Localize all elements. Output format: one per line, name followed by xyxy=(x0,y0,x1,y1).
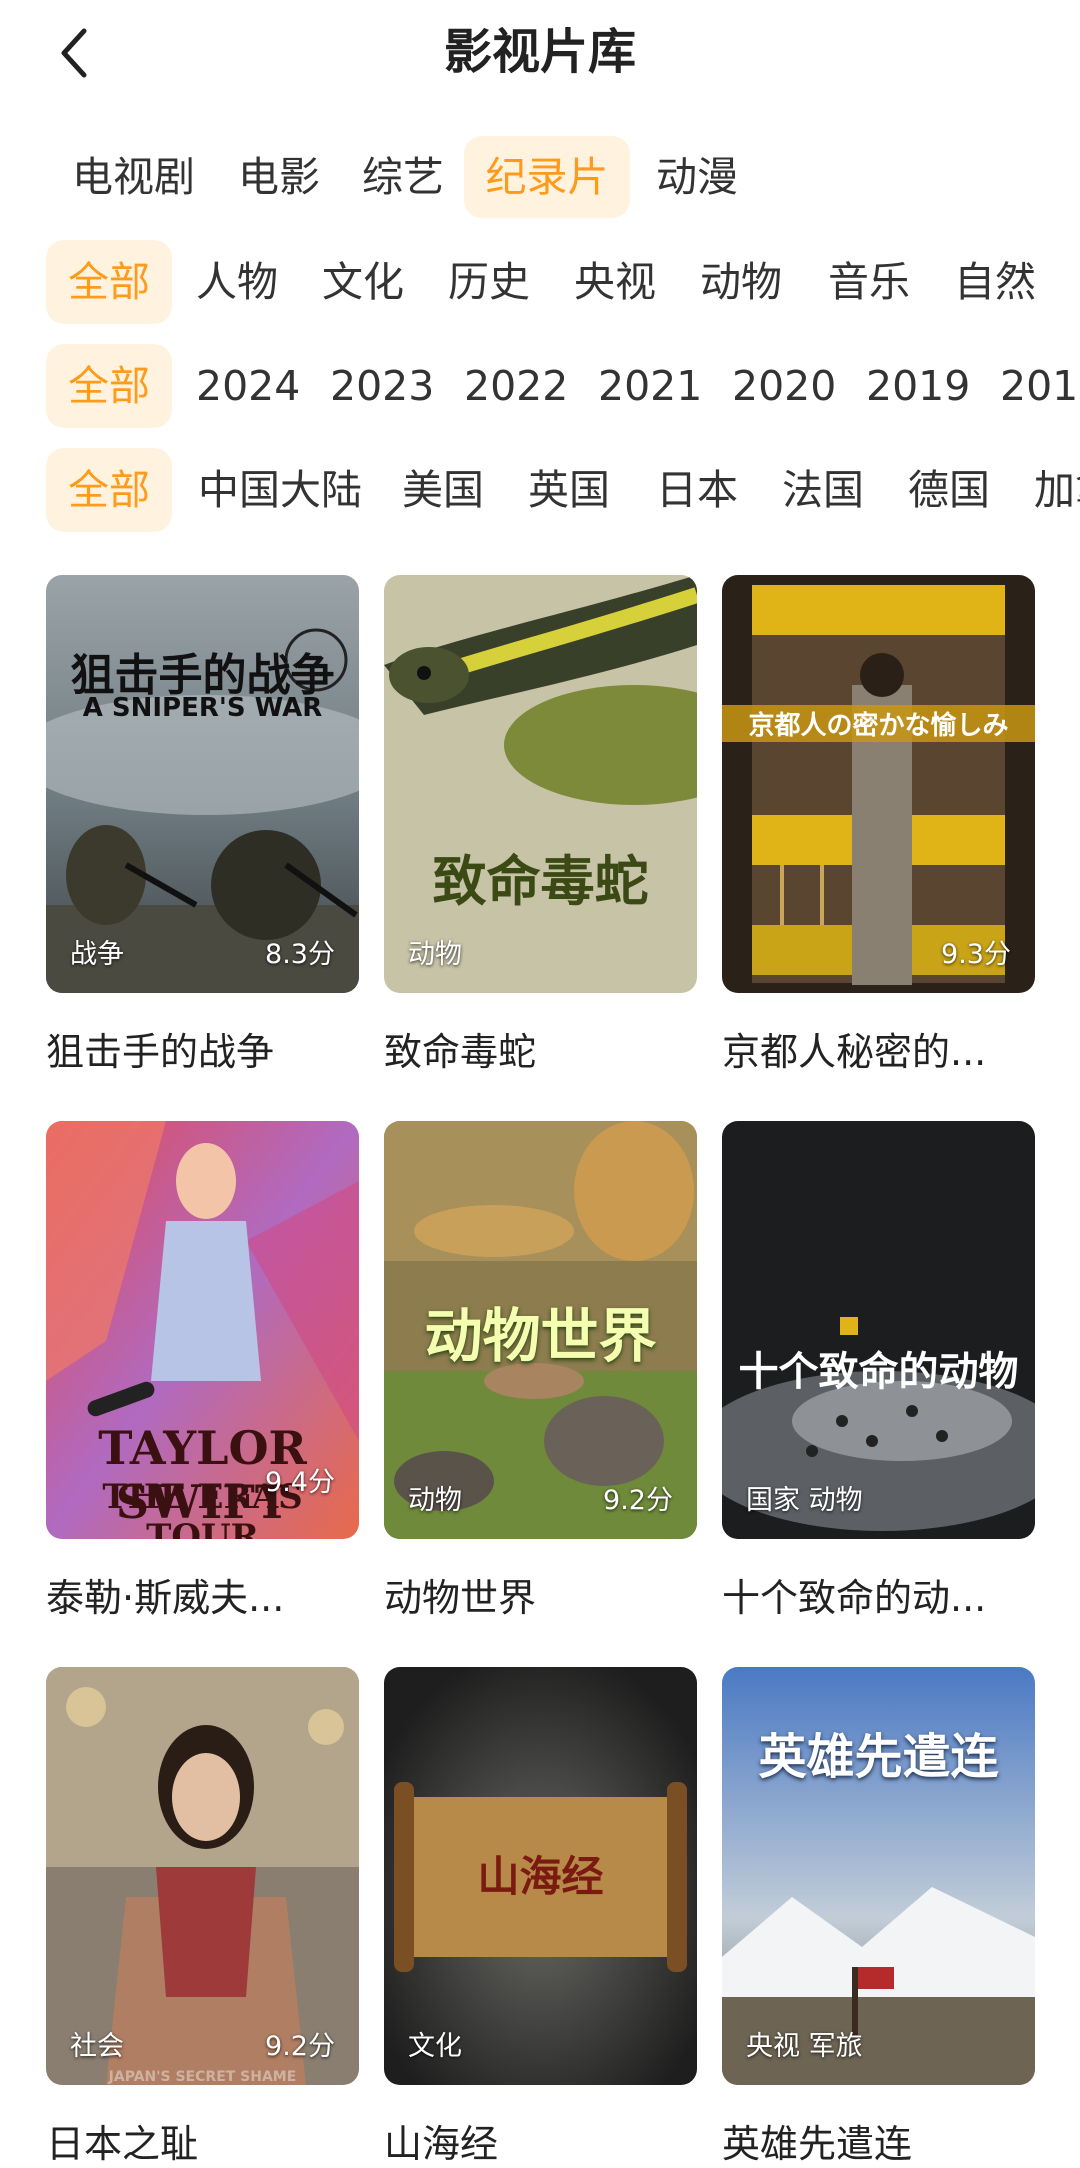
genre-tag: 动物 xyxy=(408,939,462,970)
rating-score: 8.3分 xyxy=(265,939,335,970)
region-canada[interactable]: 加拿 xyxy=(1034,448,1080,532)
video-card[interactable]: 十个致命的动物 国家 动物 十个致命的动... xyxy=(722,1121,1035,1620)
poster: JAPAN'S SECRET SHAME 社会 9.2分 xyxy=(46,1667,359,2085)
year-2022[interactable]: 2022 xyxy=(464,344,568,428)
genre-music[interactable]: 音乐 xyxy=(828,240,910,324)
year-2021[interactable]: 2021 xyxy=(598,344,702,428)
year-filter: 全部 2024 2023 2022 2021 2020 2019 2018 xyxy=(0,344,1080,428)
genre-filter: 全部 人物 文化 历史 央视 动物 音乐 自然 xyxy=(0,240,1080,324)
video-card[interactable]: 山海经 文化 山海经 xyxy=(384,1667,697,2166)
tab-anime[interactable]: 动漫 xyxy=(656,136,738,218)
poster-title: 英雄先遣连 xyxy=(758,1729,999,1785)
region-usa[interactable]: 美国 xyxy=(402,448,484,532)
genre-tag: 文化 xyxy=(408,2031,462,2062)
genre-culture[interactable]: 文化 xyxy=(322,240,404,324)
year-2019[interactable]: 2019 xyxy=(866,344,970,428)
poster-subtitle: A SNIPER'S WAR xyxy=(82,693,323,723)
video-card[interactable]: JAPAN'S SECRET SHAME 社会 9.2分 日本之耻 xyxy=(46,1667,359,2166)
poster-title: 山海经 xyxy=(477,1852,604,1901)
rating-score: 9.2分 xyxy=(603,1485,673,1516)
tab-tv-series[interactable]: 电视剧 xyxy=(72,136,195,218)
genre-nature[interactable]: 自然 xyxy=(954,240,1036,324)
region-mainland-china[interactable]: 中国大陆 xyxy=(198,448,362,532)
region-uk[interactable]: 英国 xyxy=(528,448,610,532)
genre-tag: 国家 动物 xyxy=(746,1485,863,1516)
poster-image xyxy=(46,1667,359,2085)
video-card[interactable]: TAYLOR SWIFT THE ERAS TOUR 9.4分 泰勒·斯威夫..… xyxy=(46,1121,359,1620)
region-filter: 全部 中国大陆 美国 英国 日本 法国 德国 加拿 xyxy=(0,448,1080,532)
region-france[interactable]: 法国 xyxy=(782,448,864,532)
poster-title: 京都人の密かな愉しみ xyxy=(722,705,1035,742)
poster: 京都人の密かな愉しみ 9.3分 xyxy=(722,575,1035,993)
year-2024[interactable]: 2024 xyxy=(196,344,300,428)
video-title: 狙击手的战争 xyxy=(46,1030,275,1074)
poster: 致命毒蛇 动物 xyxy=(384,575,697,993)
video-title: 日本之耻 xyxy=(46,2122,199,2166)
poster-title: 致命毒蛇 xyxy=(432,850,649,913)
rating-score: 9.2分 xyxy=(265,2031,335,2062)
tab-variety[interactable]: 综艺 xyxy=(362,136,444,218)
genre-tag: 央视 军旅 xyxy=(746,2031,863,2062)
genre-tag: 动物 xyxy=(408,1485,462,1516)
video-title: 十个致命的动... xyxy=(722,1576,987,1620)
poster-image xyxy=(46,575,359,993)
region-all[interactable]: 全部 xyxy=(46,448,172,532)
video-title: 致命毒蛇 xyxy=(384,1030,537,1074)
rating-score: 9.3分 xyxy=(941,939,1011,970)
poster: 山海经 文化 xyxy=(384,1667,697,2085)
category-tabs: 电视剧 电影 综艺 纪录片 动漫 xyxy=(0,136,1080,220)
tab-movies[interactable]: 电影 xyxy=(238,136,320,218)
poster: TAYLOR SWIFT THE ERAS TOUR 9.4分 xyxy=(46,1121,359,1539)
year-2023[interactable]: 2023 xyxy=(330,344,434,428)
page-title: 影视片库 xyxy=(443,24,636,80)
genre-tag: 社会 xyxy=(70,2031,124,2062)
video-title: 英雄先遣连 xyxy=(722,2122,913,2166)
video-card[interactable]: 动物世界 动物 9.2分 动物世界 xyxy=(384,1121,697,1620)
poster: 动物世界 动物 9.2分 xyxy=(384,1121,697,1539)
region-germany[interactable]: 德国 xyxy=(908,448,990,532)
rating-score: 9.4分 xyxy=(265,1467,335,1498)
poster-subtitle: JAPAN'S SECRET SHAME xyxy=(108,2069,297,2085)
genre-tag: 战争 xyxy=(70,939,124,970)
poster-image xyxy=(384,575,697,993)
video-card[interactable]: 致命毒蛇 动物 致命毒蛇 xyxy=(384,575,697,1074)
header: 影视片库 xyxy=(0,0,1080,110)
video-card[interactable]: 英雄先遣连 央视 军旅 英雄先遣连 xyxy=(722,1667,1035,2166)
genre-all[interactable]: 全部 xyxy=(46,240,172,324)
year-2020[interactable]: 2020 xyxy=(732,344,836,428)
year-2018[interactable]: 2018 xyxy=(1000,344,1080,428)
poster-image xyxy=(722,1121,1035,1539)
video-title: 动物世界 xyxy=(384,1576,537,1620)
genre-history[interactable]: 历史 xyxy=(448,240,530,324)
genre-animals[interactable]: 动物 xyxy=(700,240,782,324)
poster-image xyxy=(722,575,1035,993)
video-card[interactable]: 京都人の密かな愉しみ 9.3分 京都人秘密的... xyxy=(722,575,1035,1074)
tab-documentary[interactable]: 纪录片 xyxy=(464,136,630,218)
genre-people[interactable]: 人物 xyxy=(196,240,278,324)
region-japan[interactable]: 日本 xyxy=(656,448,738,532)
poster: 英雄先遣连 央视 军旅 xyxy=(722,1667,1035,2085)
video-title: 京都人秘密的... xyxy=(722,1030,987,1074)
video-title: 山海经 xyxy=(384,2122,499,2166)
video-card[interactable]: 狙击手的战争 A SNIPER'S WAR 战争 8.3分 狙击手的战争 xyxy=(46,575,359,1074)
poster: 十个致命的动物 国家 动物 xyxy=(722,1121,1035,1539)
video-title: 泰勒·斯威夫... xyxy=(46,1576,285,1620)
genre-cctv[interactable]: 央视 xyxy=(574,240,656,324)
poster: 狙击手的战争 A SNIPER'S WAR 战争 8.3分 xyxy=(46,575,359,993)
poster-title: 十个致命的动物 xyxy=(738,1349,1019,1395)
poster-title: 动物世界 xyxy=(424,1302,657,1370)
year-all[interactable]: 全部 xyxy=(46,344,172,428)
